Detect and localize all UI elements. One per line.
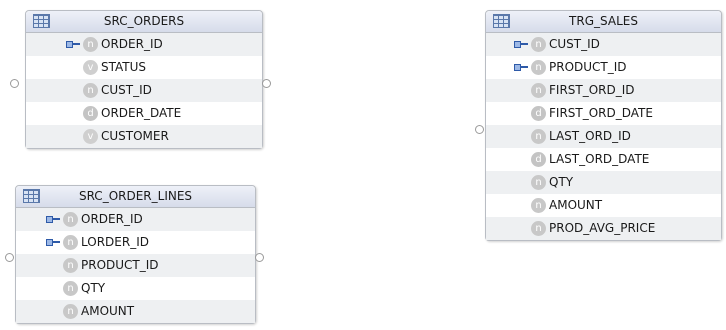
column-name: CUST_ID xyxy=(101,83,152,97)
datatype-n-icon: n xyxy=(63,258,78,273)
column-name: STATUS xyxy=(101,60,147,74)
column-name: LORDER_ID xyxy=(81,235,149,249)
column-row[interactable]: d ORDER_DATE xyxy=(26,102,262,125)
column-name: QTY xyxy=(549,175,574,189)
column-row[interactable]: n AMOUNT xyxy=(16,300,255,323)
column-name: PRODUCT_ID xyxy=(81,258,159,272)
column-name: LAST_ORD_ID xyxy=(549,129,631,143)
column-name: FIRST_ORD_ID xyxy=(549,83,635,97)
column-row[interactable]: d FIRST_ORD_DATE xyxy=(486,102,721,125)
table-icon xyxy=(23,189,40,203)
column-row[interactable]: n ORDER_ID xyxy=(16,208,255,231)
datatype-v-icon: v xyxy=(83,60,98,75)
column-name: FIRST_ORD_DATE xyxy=(549,106,653,120)
entity-trg-sales[interactable]: TRG_SALES n CUST_ID n PRODUCT_ID n FIRST_ORD_… xyxy=(485,10,722,241)
datatype-n-icon: n xyxy=(531,37,546,52)
column-row[interactable]: v STATUS xyxy=(26,56,262,79)
primary-key-icon xyxy=(514,64,528,71)
column-name: LAST_ORD_DATE xyxy=(549,152,650,166)
column-row[interactable]: n LORDER_ID xyxy=(16,231,255,254)
primary-key-icon xyxy=(46,216,60,223)
datatype-n-icon: n xyxy=(83,37,98,52)
datatype-n-icon: n xyxy=(531,175,546,190)
datatype-d-icon: d xyxy=(83,106,98,121)
connector-anchor-right[interactable] xyxy=(255,253,264,262)
column-row[interactable]: n CUST_ID xyxy=(486,33,721,56)
column-row[interactable]: n CUST_ID xyxy=(26,79,262,102)
column-row[interactable]: n QTY xyxy=(16,277,255,300)
column-list: n ORDER_ID n LORDER_ID n PRODUCT_ID n QTY n AMOUN… xyxy=(16,208,255,323)
connector-anchor-right[interactable] xyxy=(262,79,271,88)
primary-key-icon xyxy=(66,41,80,48)
column-row[interactable]: n PRODUCT_ID xyxy=(16,254,255,277)
entity-title: SRC_ORDERS xyxy=(103,14,185,28)
entity-title: TRG_SALES xyxy=(569,14,638,28)
column-name: PROD_AVG_PRICE xyxy=(549,221,656,235)
datatype-d-icon: d xyxy=(531,106,546,121)
connector-anchor-left[interactable] xyxy=(475,125,484,134)
column-name: AMOUNT xyxy=(81,304,135,318)
entity-src-orders[interactable]: SRC_ORDERS n ORDER_ID v STATUS n CUST_ID d ORDE… xyxy=(25,10,263,149)
column-row[interactable]: n LAST_ORD_ID xyxy=(486,125,721,148)
column-name: ORDER_ID xyxy=(81,212,143,226)
column-list: n ORDER_ID v STATUS n CUST_ID d ORDER_DATE v CUST… xyxy=(26,33,262,148)
column-row[interactable]: n ORDER_ID xyxy=(26,33,262,56)
column-name: CUSTOMER xyxy=(101,129,169,143)
column-name: PRODUCT_ID xyxy=(549,60,627,74)
datatype-d-icon: d xyxy=(531,152,546,167)
datatype-n-icon: n xyxy=(83,83,98,98)
datatype-n-icon: n xyxy=(63,212,78,227)
datatype-n-icon: n xyxy=(531,129,546,144)
column-row[interactable]: n PRODUCT_ID xyxy=(486,56,721,79)
table-icon xyxy=(493,14,510,28)
connector-anchor-left[interactable] xyxy=(5,253,14,262)
column-row[interactable]: n PROD_AVG_PRICE xyxy=(486,217,721,240)
datatype-n-icon: n xyxy=(63,281,78,296)
column-row[interactable]: d LAST_ORD_DATE xyxy=(486,148,721,171)
datatype-n-icon: n xyxy=(63,235,78,250)
column-row[interactable]: n QTY xyxy=(486,171,721,194)
datatype-v-icon: v xyxy=(83,129,98,144)
entity-src-order-lines[interactable]: SRC_ORDER_LINES n ORDER_ID n LORDER_ID n PROD… xyxy=(15,185,256,324)
primary-key-icon xyxy=(46,239,60,246)
primary-key-icon xyxy=(514,41,528,48)
entity-header[interactable]: SRC_ORDER_LINES xyxy=(16,186,255,208)
entity-header[interactable]: SRC_ORDERS xyxy=(26,11,262,33)
datatype-n-icon: n xyxy=(531,221,546,236)
datatype-n-icon: n xyxy=(63,304,78,319)
column-row[interactable]: v CUSTOMER xyxy=(26,125,262,148)
datatype-n-icon: n xyxy=(531,60,546,75)
column-list: n CUST_ID n PRODUCT_ID n FIRST_ORD_ID d FIRST_O… xyxy=(486,33,721,240)
column-name: ORDER_DATE xyxy=(101,106,182,120)
column-row[interactable]: n AMOUNT xyxy=(486,194,721,217)
column-name: QTY xyxy=(81,281,106,295)
datatype-n-icon: n xyxy=(531,83,546,98)
column-name: AMOUNT xyxy=(549,198,603,212)
entity-header[interactable]: TRG_SALES xyxy=(486,11,721,33)
datatype-n-icon: n xyxy=(531,198,546,213)
column-name: ORDER_ID xyxy=(101,37,163,51)
connector-anchor-left[interactable] xyxy=(10,79,19,88)
entity-title: SRC_ORDER_LINES xyxy=(78,189,193,203)
column-row[interactable]: n FIRST_ORD_ID xyxy=(486,79,721,102)
column-name: CUST_ID xyxy=(549,37,600,51)
table-icon xyxy=(33,14,50,28)
